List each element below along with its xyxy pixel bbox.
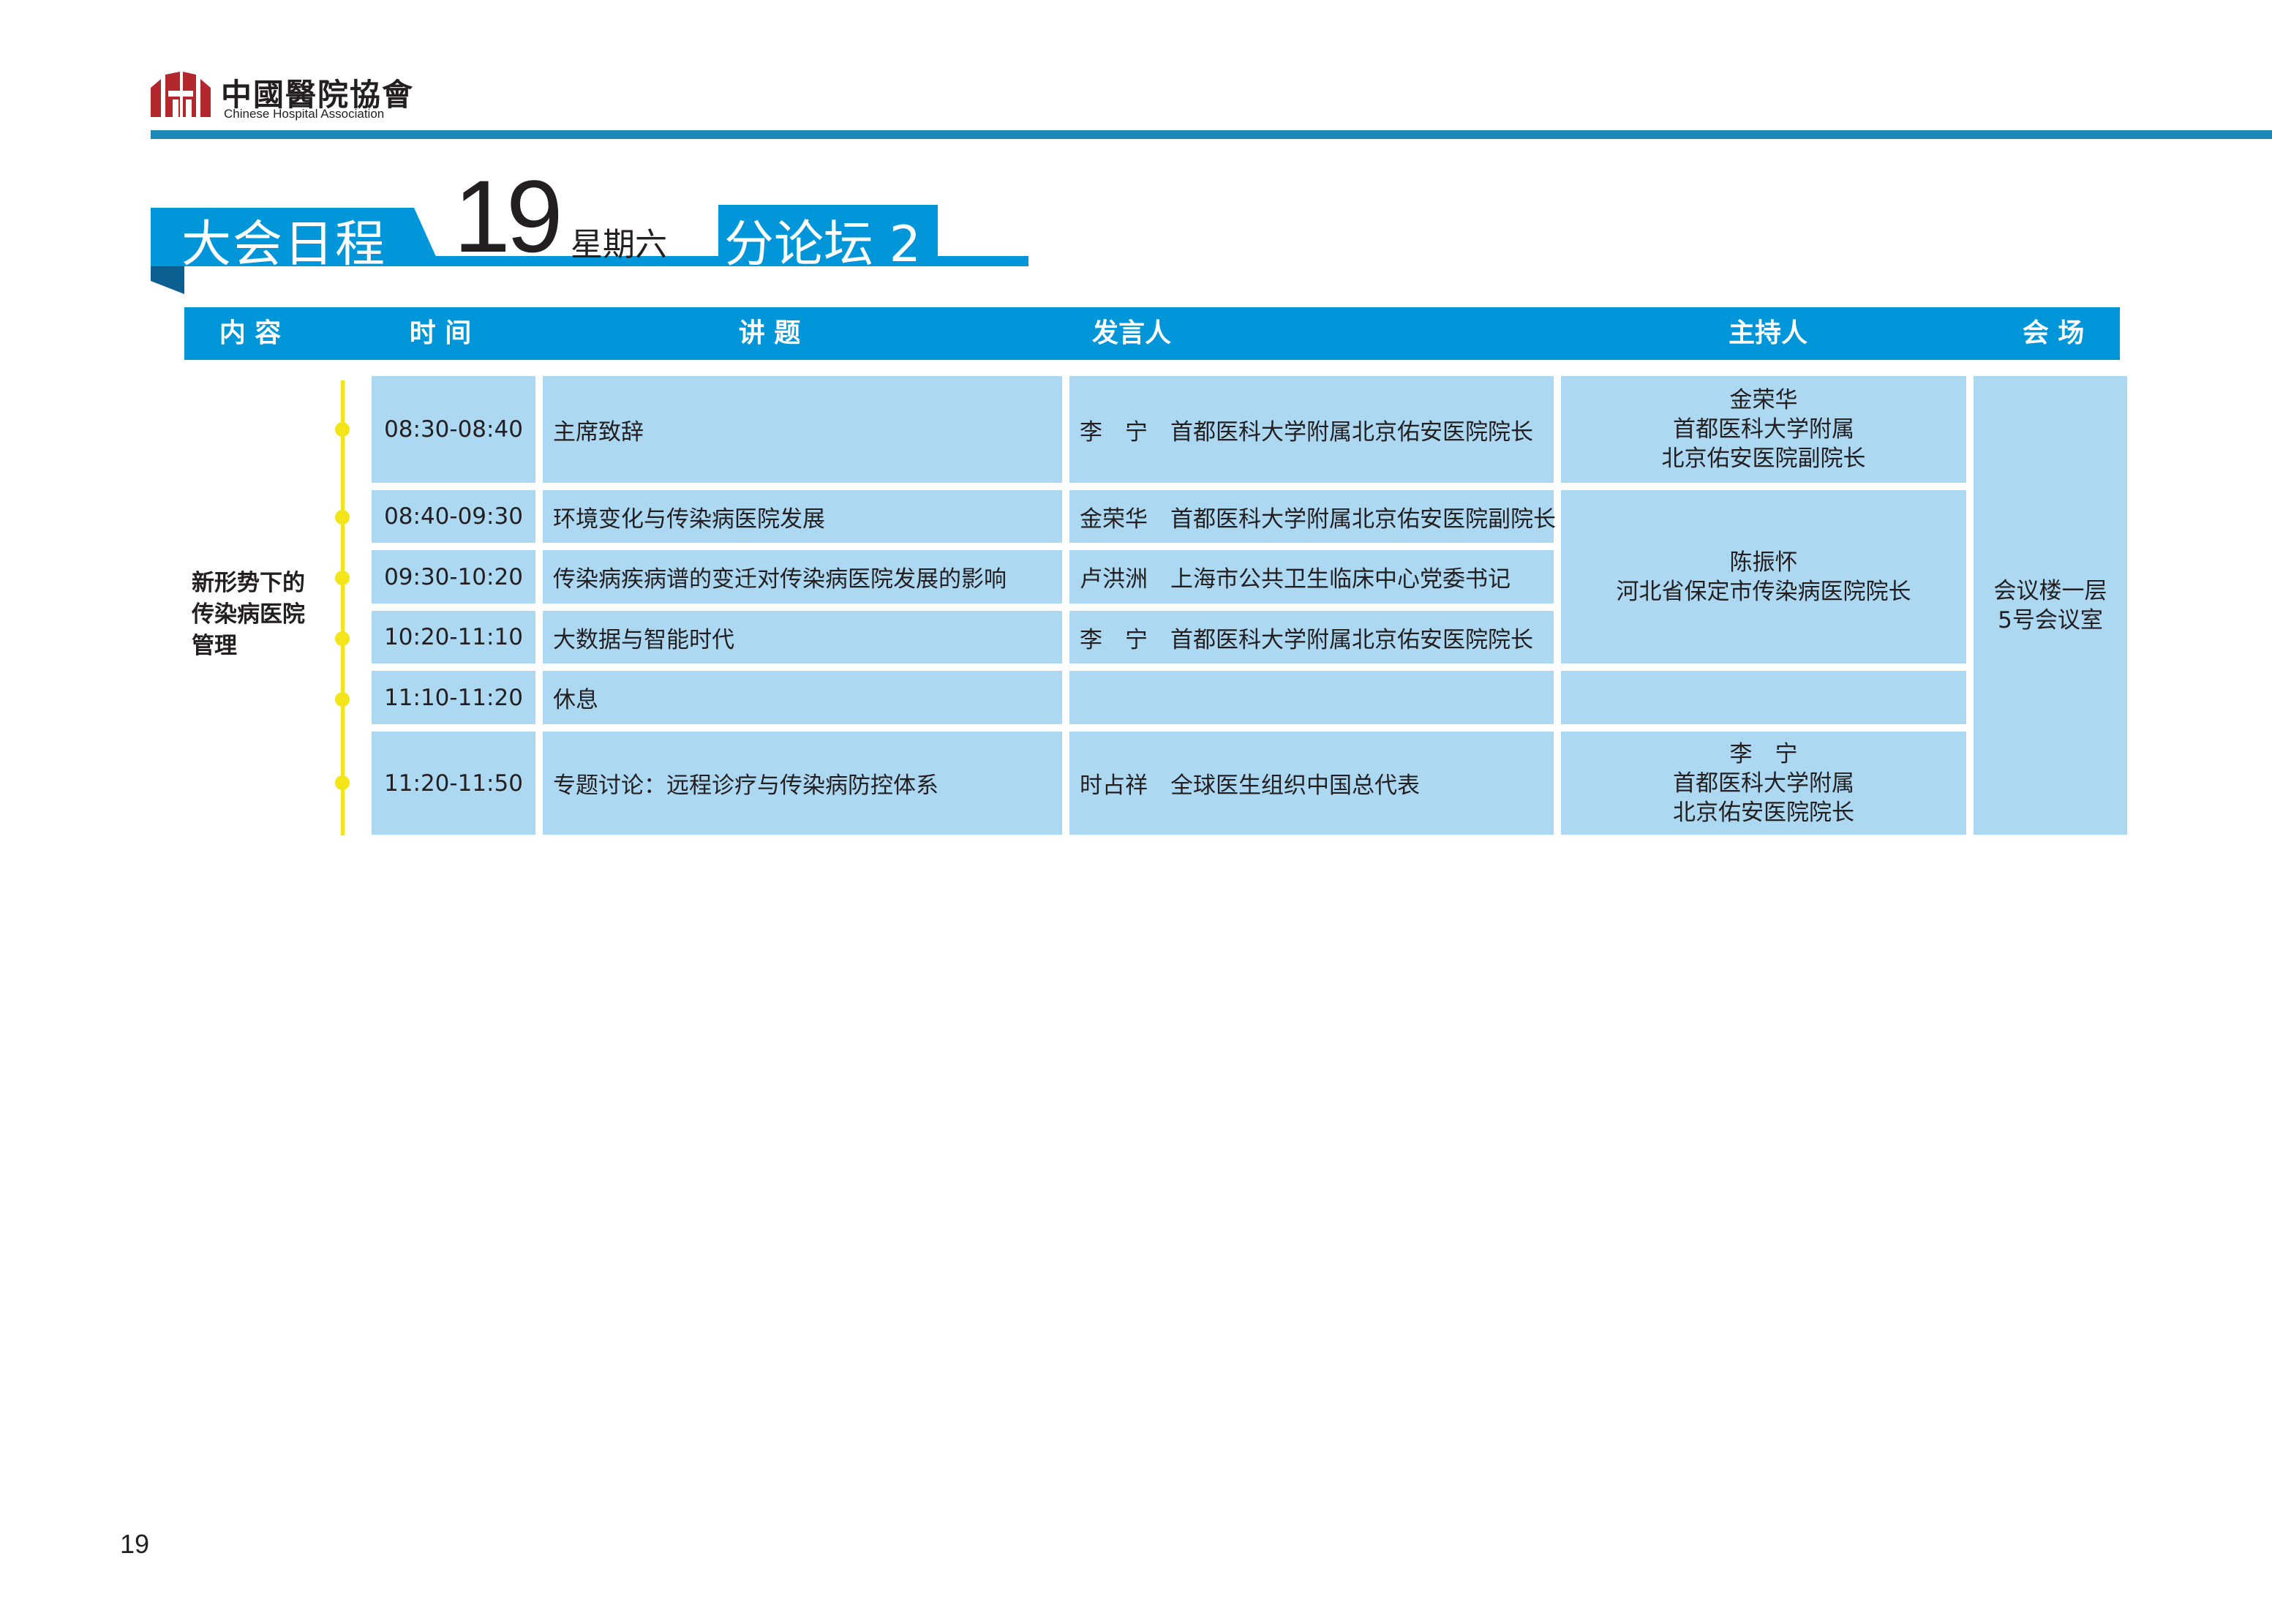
venue-cell: 会议楼一层 5号会议室 bbox=[1974, 376, 2127, 835]
timeline-dot bbox=[335, 775, 350, 790]
table-row-topic: 专题讨论：远程诊疗与传染病防控体系 bbox=[543, 732, 1062, 835]
table-row-topic: 大数据与智能时代 bbox=[543, 611, 1062, 663]
forum-title: 分论坛 2 bbox=[724, 216, 921, 274]
table-row-time: 08:30-08:40 bbox=[372, 376, 535, 483]
host-cell: 金荣华 首都医科大学附属 北京佑安医院副院长 bbox=[1561, 376, 1966, 483]
host-cell-empty bbox=[1561, 671, 1966, 724]
table-row-time: 10:20-11:10 bbox=[372, 611, 535, 663]
table-row-time: 08:40-09:30 bbox=[372, 490, 535, 543]
column-header-time: 时 间 bbox=[409, 318, 472, 348]
table-row-speaker: 李 宁 首都医科大学附属北京佑安医院院长 bbox=[1069, 376, 1554, 483]
day-number: 19 bbox=[454, 159, 563, 274]
host-name: 李 宁 bbox=[1729, 740, 1798, 767]
table-row-topic: 传染病疾病谱的变迁对传染病医院发展的影响 bbox=[543, 550, 1062, 604]
table-row-topic: 主席致辞 bbox=[543, 376, 1062, 483]
table-row-topic: 环境变化与传染病医院发展 bbox=[543, 490, 1062, 543]
column-header-host: 主持人 bbox=[1728, 318, 1808, 348]
host-title: 北京佑安医院院长 bbox=[1673, 799, 1854, 826]
column-header-topic: 讲 题 bbox=[738, 318, 801, 348]
weekday-label: 星期六 bbox=[571, 226, 667, 263]
host-title: 河北省保定市传染病医院院长 bbox=[1616, 578, 1911, 605]
table-row-time: 09:30-10:20 bbox=[372, 550, 535, 604]
section-label: 新形势下的传染病医院管理 bbox=[192, 570, 305, 659]
host-cell: 陈振怀 河北省保定市传染病医院院长 bbox=[1561, 490, 1966, 663]
table-row-speaker: 金荣华 首都医科大学附属北京佑安医院副院长 bbox=[1069, 490, 1556, 543]
association-logo-icon bbox=[151, 72, 211, 117]
table-row-topic: 休息 bbox=[543, 671, 1062, 724]
table-row-time: 11:10-11:20 bbox=[372, 671, 535, 724]
host-name: 陈振怀 bbox=[1729, 549, 1798, 576]
column-header-content: 内 容 bbox=[219, 318, 282, 348]
table-header: 内 容 时 间 讲 题 发言人 主持人 会 场 bbox=[184, 307, 2120, 360]
table-row-speaker: 时占祥 全球医生组织中国总代表 bbox=[1069, 732, 1554, 835]
table-row-speaker: 卢洪洲 上海市公共卫生临床中心党委书记 bbox=[1069, 550, 1554, 604]
timeline-dot bbox=[335, 571, 350, 585]
venue-building: 会议楼一层 bbox=[1993, 577, 2107, 604]
page-number: 19 bbox=[120, 1529, 150, 1559]
org-name-english: Chinese Hospital Association bbox=[224, 107, 385, 121]
host-title: 首都医科大学附属 bbox=[1673, 770, 1854, 797]
timeline-dot bbox=[335, 510, 350, 525]
timeline-line bbox=[341, 380, 345, 835]
timeline-dot bbox=[335, 631, 350, 646]
timeline-dot bbox=[335, 422, 350, 437]
table-row-speaker bbox=[1069, 671, 1554, 724]
timeline-dot bbox=[335, 692, 350, 707]
venue-room: 5号会议室 bbox=[1998, 606, 2103, 634]
host-title: 首都医科大学附属 bbox=[1673, 416, 1854, 443]
column-header-venue: 会 场 bbox=[2022, 318, 2085, 348]
column-header-speaker: 发言人 bbox=[1091, 318, 1171, 348]
host-name: 金荣华 bbox=[1729, 387, 1798, 413]
page-title: 大会日程 bbox=[181, 216, 387, 274]
header-divider bbox=[151, 130, 2272, 139]
table-row-speaker: 李 宁 首都医科大学附属北京佑安医院院长 bbox=[1069, 611, 1554, 663]
host-title: 北京佑安医院副院长 bbox=[1661, 446, 1866, 472]
host-cell: 李 宁 首都医科大学附属 北京佑安医院院长 bbox=[1561, 732, 1966, 835]
table-row-time: 11:20-11:50 bbox=[372, 732, 535, 835]
